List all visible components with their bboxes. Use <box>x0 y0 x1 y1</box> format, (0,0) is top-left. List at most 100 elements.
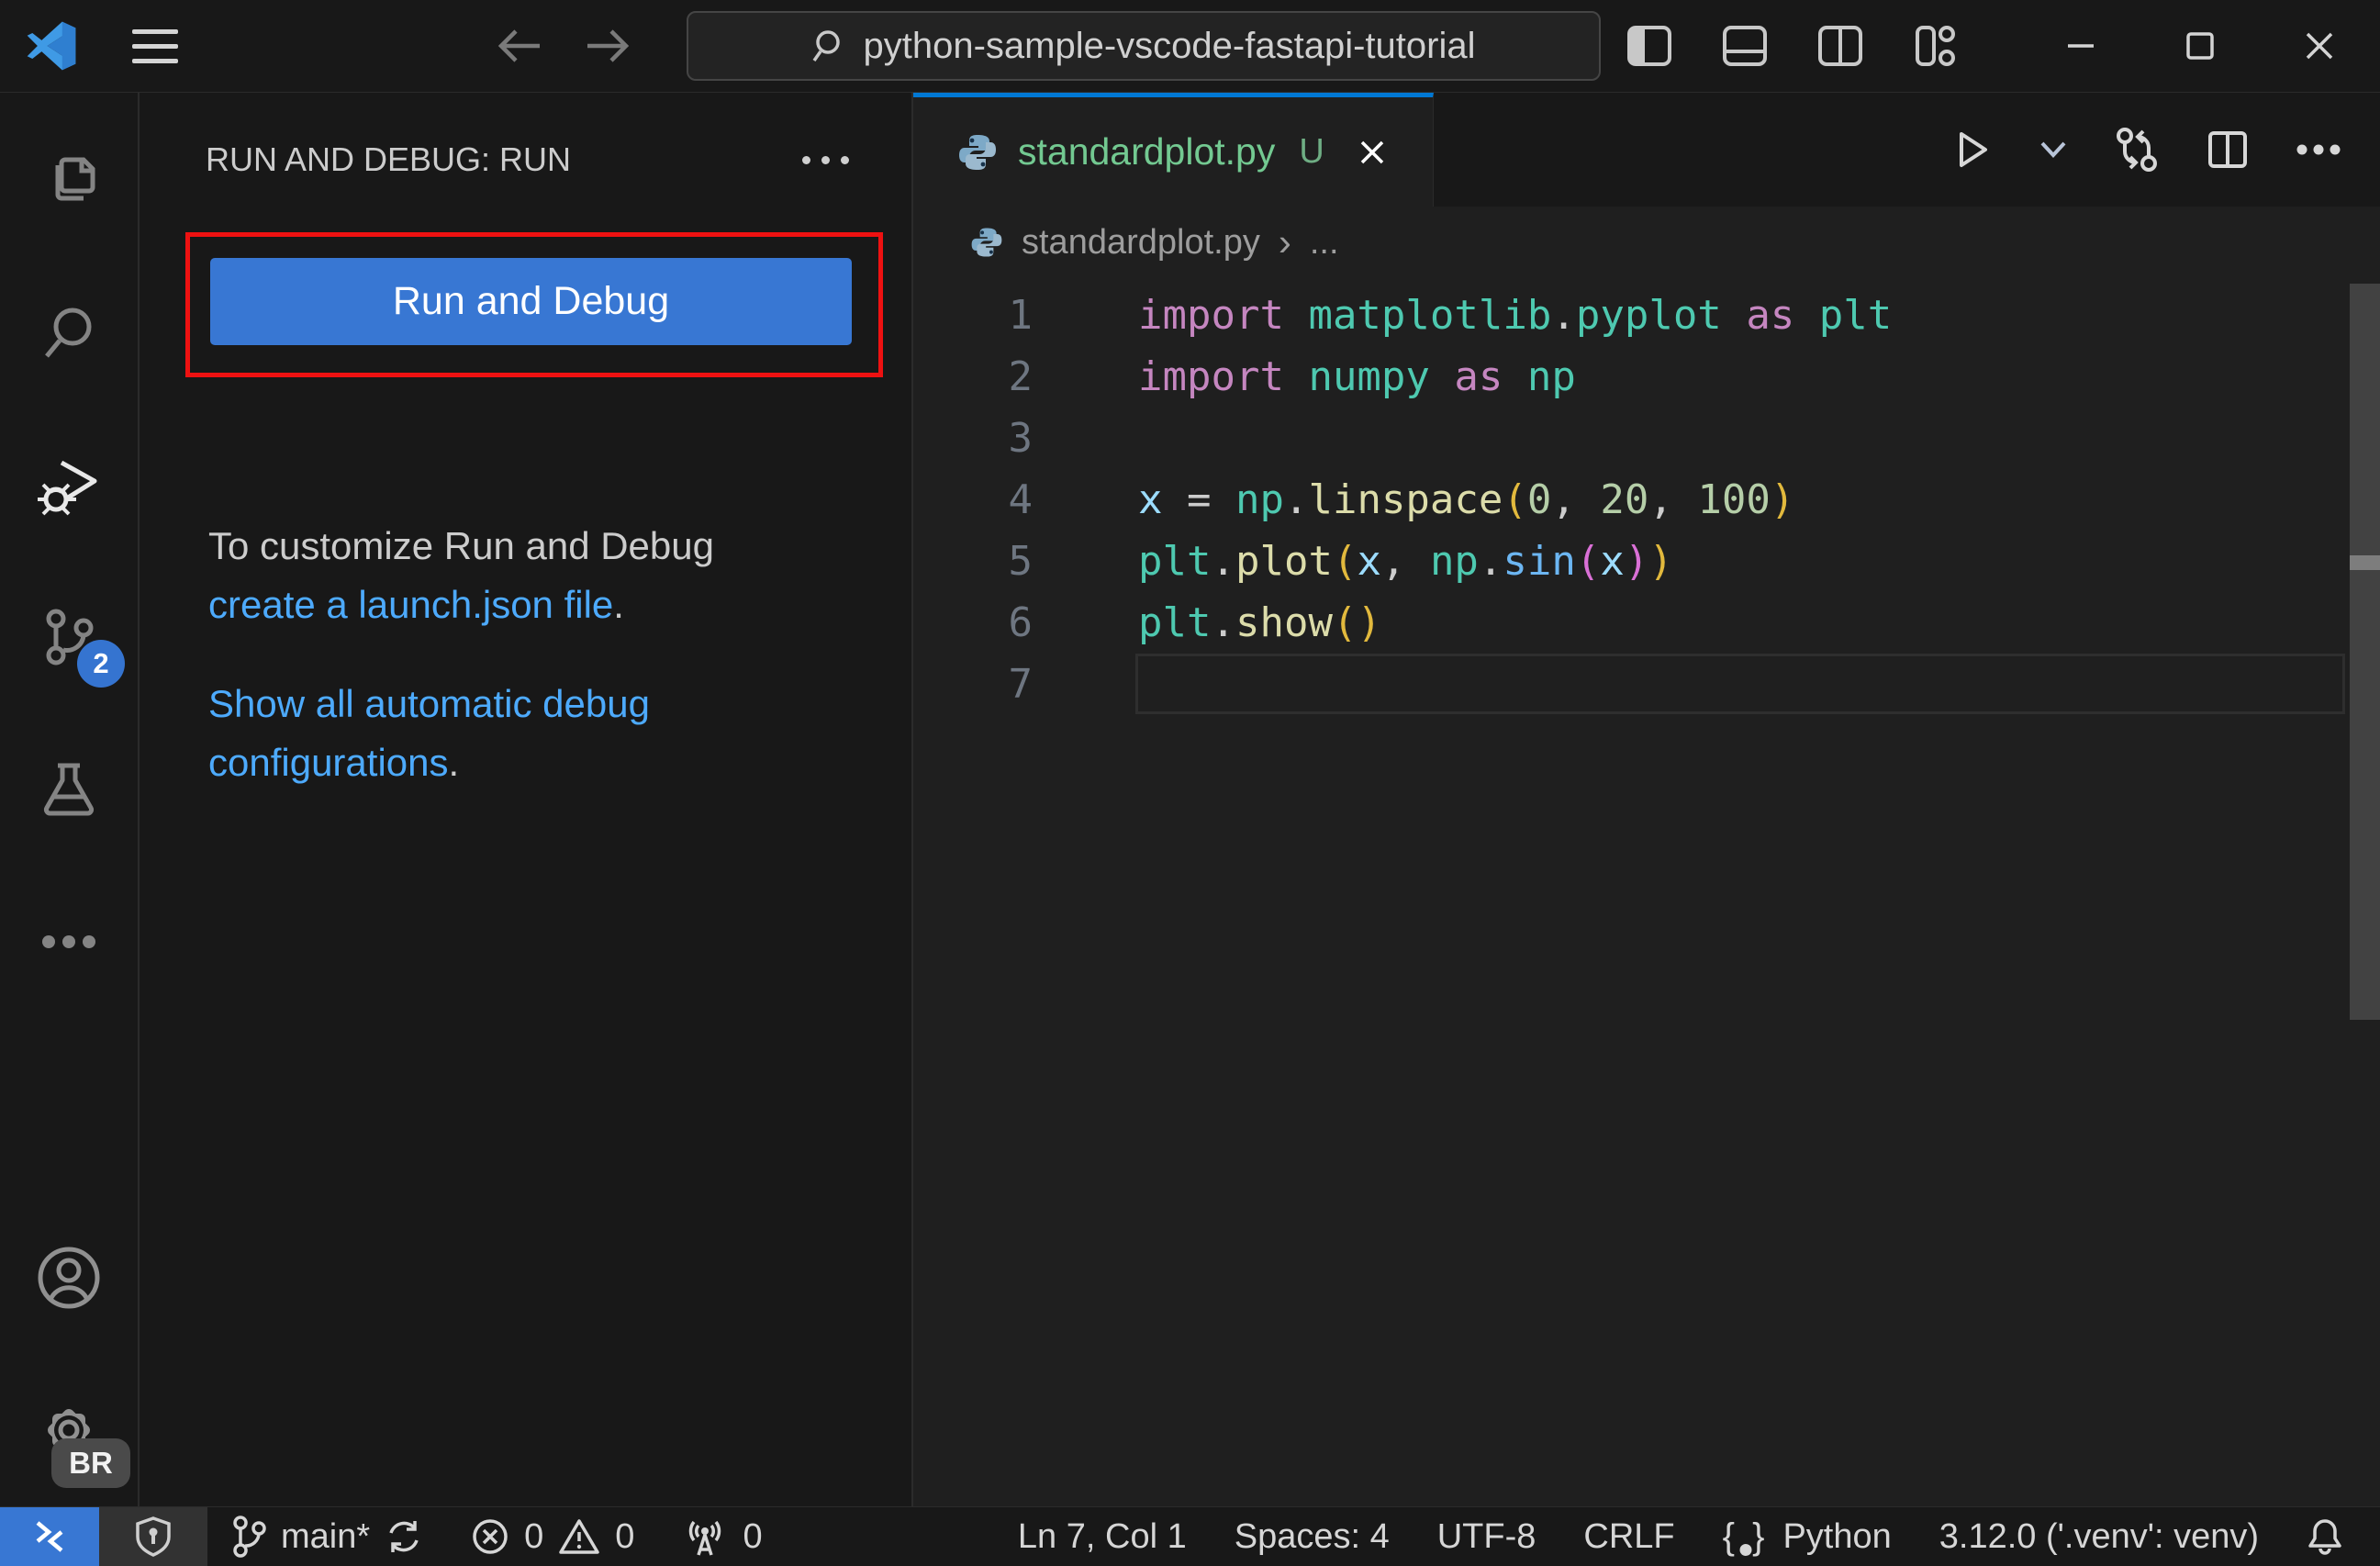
sidebar-item-run-and-debug[interactable] <box>0 408 138 561</box>
show-debug-configurations-link[interactable]: Show all automatic debug configurations <box>208 682 650 784</box>
code-line-5[interactable]: 5 plt.plot(x, np.sin(x)) <box>913 531 2380 592</box>
errors-icon <box>473 1519 508 1554</box>
editor-scrollbar[interactable] <box>2350 284 2380 1020</box>
warning-count: 0 <box>615 1516 635 1556</box>
python-file-icon <box>959 134 996 170</box>
code-text: import matplotlib.pyplot as plt <box>1138 292 1893 339</box>
toggle-panel-icon[interactable] <box>1721 22 1769 70</box>
code-line-2[interactable]: 2 import numpy as np <box>913 346 2380 408</box>
create-launch-json-link[interactable]: create a launch.json file <box>208 583 613 626</box>
forward-icon[interactable] <box>582 24 633 68</box>
account-icon <box>38 1247 100 1309</box>
line-number: 1 <box>1008 292 1034 339</box>
maximize-icon[interactable] <box>2182 28 2218 64</box>
git-branch-item[interactable]: main* <box>207 1507 447 1566</box>
current-line-highlight <box>1135 654 2345 714</box>
braces-icon: { } <box>1722 1516 1769 1557</box>
code-text: x = np.linspace(0, 20, 100) <box>1138 476 1795 523</box>
eol-item[interactable]: CRLF <box>1559 1507 1698 1566</box>
views-more-actions-icon[interactable] <box>793 147 858 173</box>
account-button[interactable] <box>0 1202 138 1354</box>
breadcrumb-chevron-icon: › <box>1278 220 1291 263</box>
run-and-debug-button[interactable]: Run and Debug <box>210 258 852 345</box>
breadcrumb-file[interactable]: standardplot.py <box>1022 223 1260 263</box>
python-interpreter-item[interactable]: 3.12.0 ('.venv': venv) <box>1916 1507 2283 1566</box>
tab-bar: standardplot.py U <box>913 93 2380 207</box>
scrollbar-cursor-marker <box>2350 555 2380 570</box>
cursor-position-item[interactable]: Ln 7, Col 1 <box>994 1507 1211 1566</box>
code-lines: 1 import matplotlib.pyplot as plt 2 import … <box>913 285 2380 715</box>
customize-layout-icon[interactable] <box>1912 22 1960 70</box>
run-and-debug-sidebar: RUN AND DEBUG: RUN Run and Debug To cust… <box>140 93 913 1506</box>
toggle-primary-sidebar-icon[interactable] <box>1626 22 1673 70</box>
title-bar-right <box>1626 22 2380 70</box>
breadcrumb[interactable]: standardplot.py › ... <box>913 207 2380 278</box>
toggle-secondary-sidebar-icon[interactable] <box>1816 22 1864 70</box>
title-bar: python-sample-vscode-fastapi-tutorial <box>0 0 2380 93</box>
testing-flask-icon <box>43 763 95 816</box>
run-options-chevron-icon[interactable] <box>2039 140 2068 160</box>
bell-icon <box>2308 1519 2341 1555</box>
settings-button[interactable]: BR <box>0 1354 138 1506</box>
search-value: python-sample-vscode-fastapi-tutorial <box>863 25 1476 66</box>
open-changes-icon[interactable] <box>2114 127 2160 173</box>
sidebar-item-source-control[interactable]: 2 <box>0 561 138 713</box>
code-area: 1 import matplotlib.pyplot as plt 2 import … <box>913 285 2380 715</box>
notifications-item[interactable] <box>2283 1507 2367 1566</box>
vscode-logo-icon <box>27 21 76 71</box>
code-line-4[interactable]: 4 x = np.linspace(0, 20, 100) <box>913 469 2380 531</box>
run-python-file-icon[interactable] <box>1950 129 1993 171</box>
status-bar-right: Ln 7, Col 1 Spaces: 4 UTF-8 CRLF { } Pyt… <box>994 1507 2380 1566</box>
tab-close-icon[interactable] <box>1356 136 1389 169</box>
tab-standardplot-py[interactable]: standardplot.py U <box>913 93 1434 207</box>
more-views-icon <box>42 935 95 948</box>
sidebar-item-testing[interactable] <box>0 713 138 866</box>
code-text: plt.show() <box>1138 599 1381 646</box>
close-icon[interactable] <box>2301 28 2338 64</box>
problems-item[interactable]: 0 0 <box>447 1507 658 1566</box>
hint-text: To customize Run and Debug <box>208 524 714 567</box>
back-icon[interactable] <box>494 24 545 68</box>
line-number: 3 <box>1008 415 1034 462</box>
search-box[interactable]: python-sample-vscode-fastapi-tutorial <box>687 11 1601 81</box>
code-line-6[interactable]: 6 plt.show() <box>913 592 2380 654</box>
sidebar-title: RUN AND DEBUG: RUN <box>206 140 572 178</box>
breadcrumb-more[interactable]: ... <box>1310 223 1339 263</box>
split-editor-icon[interactable] <box>2206 128 2250 172</box>
sidebar-item-explorer[interactable] <box>0 104 138 256</box>
language-mode-item[interactable]: { } Python <box>1699 1507 1916 1566</box>
customize-hint: To customize Run and Debug create a laun… <box>208 524 714 626</box>
encoding-item[interactable]: UTF-8 <box>1413 1507 1560 1566</box>
indentation-item[interactable]: Spaces: 4 <box>1211 1507 1413 1566</box>
automatic-configs-hint: Show all automatic debug configurations. <box>208 682 650 784</box>
code-line-7[interactable]: 7 <box>913 654 2380 715</box>
search-sidebar-icon <box>45 308 92 358</box>
profile-badge: BR <box>51 1438 130 1488</box>
sidebar-item-search[interactable] <box>0 256 138 408</box>
title-bar-left <box>0 20 466 72</box>
line-number: 2 <box>1008 353 1034 400</box>
menu-icon[interactable] <box>132 28 178 63</box>
activity-bar: 2 BR <box>0 93 140 1506</box>
error-count: 0 <box>524 1516 544 1556</box>
code-text: import numpy as np <box>1138 353 1576 400</box>
editor-more-actions-icon[interactable] <box>2296 143 2341 156</box>
sidebar-item-more[interactable] <box>0 866 138 1018</box>
search-icon <box>812 30 840 62</box>
workspace-trust-item[interactable] <box>99 1507 207 1566</box>
warnings-icon <box>559 1519 600 1554</box>
radio-tower-icon <box>689 1520 721 1556</box>
line-number: 6 <box>1008 599 1034 646</box>
sync-icon <box>389 1521 419 1552</box>
minimize-icon[interactable] <box>2062 28 2099 64</box>
ports-item[interactable]: 0 <box>658 1507 786 1566</box>
code-line-3[interactable]: 3 <box>913 408 2380 469</box>
editor-group: standardplot.py U standardplot.py › ... … <box>913 93 2380 1506</box>
code-line-1[interactable]: 1 import matplotlib.pyplot as plt <box>913 285 2380 346</box>
remote-indicator[interactable] <box>0 1507 99 1566</box>
remote-icon <box>36 1521 63 1552</box>
status-bar: main* 0 0 0 Ln 7, Col 1 Spaces: 4 UTF-8 … <box>0 1506 2380 1566</box>
git-branch-icon <box>233 1516 266 1558</box>
breadcrumb-python-icon <box>971 228 1002 257</box>
tab-label: standardplot.py <box>1018 130 1276 173</box>
